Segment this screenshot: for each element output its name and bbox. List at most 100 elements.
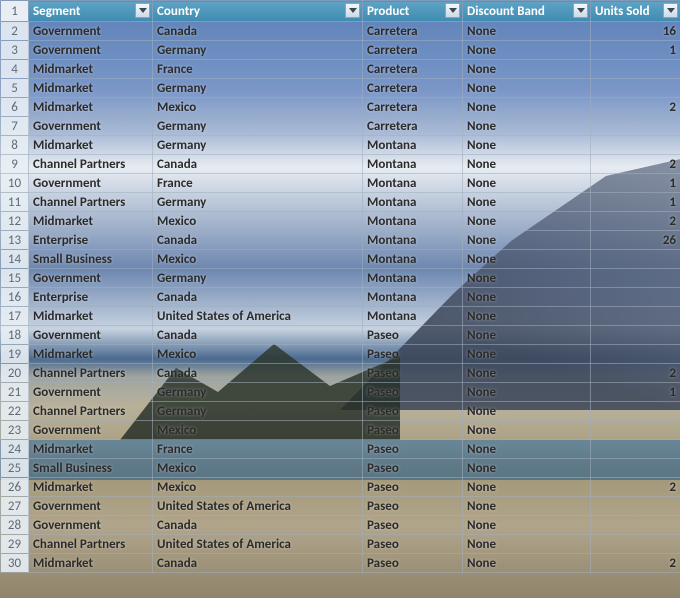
row-number[interactable]: 3 (1, 41, 29, 60)
cell-product[interactable]: Carretera (363, 22, 463, 41)
cell-country[interactable]: Mexico (153, 212, 363, 231)
row-number[interactable]: 7 (1, 117, 29, 136)
cell-product[interactable]: Paseo (363, 345, 463, 364)
cell-units[interactable] (591, 307, 680, 326)
cell-country[interactable]: France (153, 440, 363, 459)
cell-segment[interactable]: Government (29, 269, 153, 288)
cell-country[interactable]: Mexico (153, 478, 363, 497)
cell-product[interactable]: Carretera (363, 117, 463, 136)
cell-country[interactable]: Canada (153, 326, 363, 345)
cell-segment[interactable]: Midmarket (29, 79, 153, 98)
cell-product[interactable]: Montana (363, 212, 463, 231)
cell-units[interactable] (591, 269, 680, 288)
cell-discount[interactable]: None (463, 155, 591, 174)
cell-product[interactable]: Paseo (363, 402, 463, 421)
cell-segment[interactable]: Government (29, 383, 153, 402)
cell-segment[interactable]: Government (29, 117, 153, 136)
cell-discount[interactable]: None (463, 554, 591, 573)
cell-segment[interactable]: Channel Partners (29, 402, 153, 421)
cell-segment[interactable]: Channel Partners (29, 155, 153, 174)
cell-units[interactable] (591, 440, 680, 459)
cell-units[interactable]: 26 (591, 231, 680, 250)
cell-units[interactable] (591, 326, 680, 345)
cell-segment[interactable]: Government (29, 41, 153, 60)
cell-product[interactable]: Montana (363, 136, 463, 155)
cell-discount[interactable]: None (463, 326, 591, 345)
cell-units[interactable] (591, 60, 680, 79)
cell-product[interactable]: Montana (363, 307, 463, 326)
cell-segment[interactable]: Midmarket (29, 440, 153, 459)
cell-discount[interactable]: None (463, 402, 591, 421)
cell-segment[interactable]: Midmarket (29, 98, 153, 117)
cell-product[interactable]: Montana (363, 174, 463, 193)
cell-segment[interactable]: Midmarket (29, 136, 153, 155)
cell-units[interactable] (591, 421, 680, 440)
cell-units[interactable]: 16 (591, 22, 680, 41)
cell-country[interactable]: Germany (153, 41, 363, 60)
cell-product[interactable]: Paseo (363, 383, 463, 402)
cell-product[interactable]: Paseo (363, 364, 463, 383)
cell-product[interactable]: Montana (363, 288, 463, 307)
cell-units[interactable] (591, 345, 680, 364)
cell-units[interactable]: 2 (591, 478, 680, 497)
cell-discount[interactable]: None (463, 231, 591, 250)
cell-country[interactable]: Mexico (153, 459, 363, 478)
cell-units[interactable]: 1 (591, 193, 680, 212)
row-number[interactable]: 6 (1, 98, 29, 117)
cell-product[interactable]: Carretera (363, 98, 463, 117)
row-number[interactable]: 28 (1, 516, 29, 535)
cell-units[interactable] (591, 288, 680, 307)
row-number[interactable]: 17 (1, 307, 29, 326)
cell-discount[interactable]: None (463, 421, 591, 440)
cell-segment[interactable]: Channel Partners (29, 364, 153, 383)
cell-segment[interactable]: Government (29, 326, 153, 345)
cell-country[interactable]: Germany (153, 193, 363, 212)
cell-country[interactable]: Mexico (153, 345, 363, 364)
cell-country[interactable]: United States of America (153, 307, 363, 326)
cell-discount[interactable]: None (463, 383, 591, 402)
cell-product[interactable]: Carretera (363, 79, 463, 98)
row-number[interactable]: 16 (1, 288, 29, 307)
cell-segment[interactable]: Midmarket (29, 554, 153, 573)
cell-product[interactable]: Paseo (363, 421, 463, 440)
cell-segment[interactable]: Midmarket (29, 212, 153, 231)
cell-segment[interactable]: Midmarket (29, 307, 153, 326)
cell-product[interactable]: Paseo (363, 554, 463, 573)
cell-units[interactable]: 2 (591, 554, 680, 573)
cell-product[interactable]: Carretera (363, 60, 463, 79)
cell-product[interactable]: Carretera (363, 41, 463, 60)
cell-country[interactable]: Canada (153, 364, 363, 383)
cell-segment[interactable]: Government (29, 22, 153, 41)
cell-segment[interactable]: Government (29, 174, 153, 193)
cell-segment[interactable]: Small Business (29, 250, 153, 269)
cell-discount[interactable]: None (463, 516, 591, 535)
col-header-country[interactable]: Country (153, 1, 363, 22)
cell-country[interactable]: Germany (153, 402, 363, 421)
cell-country[interactable]: Canada (153, 554, 363, 573)
row-number[interactable]: 26 (1, 478, 29, 497)
cell-country[interactable]: Mexico (153, 421, 363, 440)
cell-units[interactable]: 2 (591, 364, 680, 383)
cell-segment[interactable]: Government (29, 497, 153, 516)
cell-discount[interactable]: None (463, 174, 591, 193)
cell-product[interactable]: Paseo (363, 326, 463, 345)
cell-country[interactable]: United States of America (153, 535, 363, 554)
cell-discount[interactable]: None (463, 364, 591, 383)
cell-units[interactable] (591, 117, 680, 136)
cell-discount[interactable]: None (463, 497, 591, 516)
col-header-discount[interactable]: Discount Band (463, 1, 591, 22)
cell-discount[interactable]: None (463, 535, 591, 554)
cell-segment[interactable]: Channel Partners (29, 535, 153, 554)
row-number[interactable]: 9 (1, 155, 29, 174)
cell-country[interactable]: United States of America (153, 497, 363, 516)
filter-dropdown-icon[interactable] (345, 3, 360, 18)
cell-product[interactable]: Montana (363, 193, 463, 212)
cell-country[interactable]: France (153, 60, 363, 79)
cell-segment[interactable]: Midmarket (29, 478, 153, 497)
cell-product[interactable]: Paseo (363, 497, 463, 516)
cell-country[interactable]: Canada (153, 516, 363, 535)
cell-discount[interactable]: None (463, 79, 591, 98)
cell-units[interactable]: 1 (591, 174, 680, 193)
cell-country[interactable]: Canada (153, 288, 363, 307)
row-number[interactable]: 19 (1, 345, 29, 364)
